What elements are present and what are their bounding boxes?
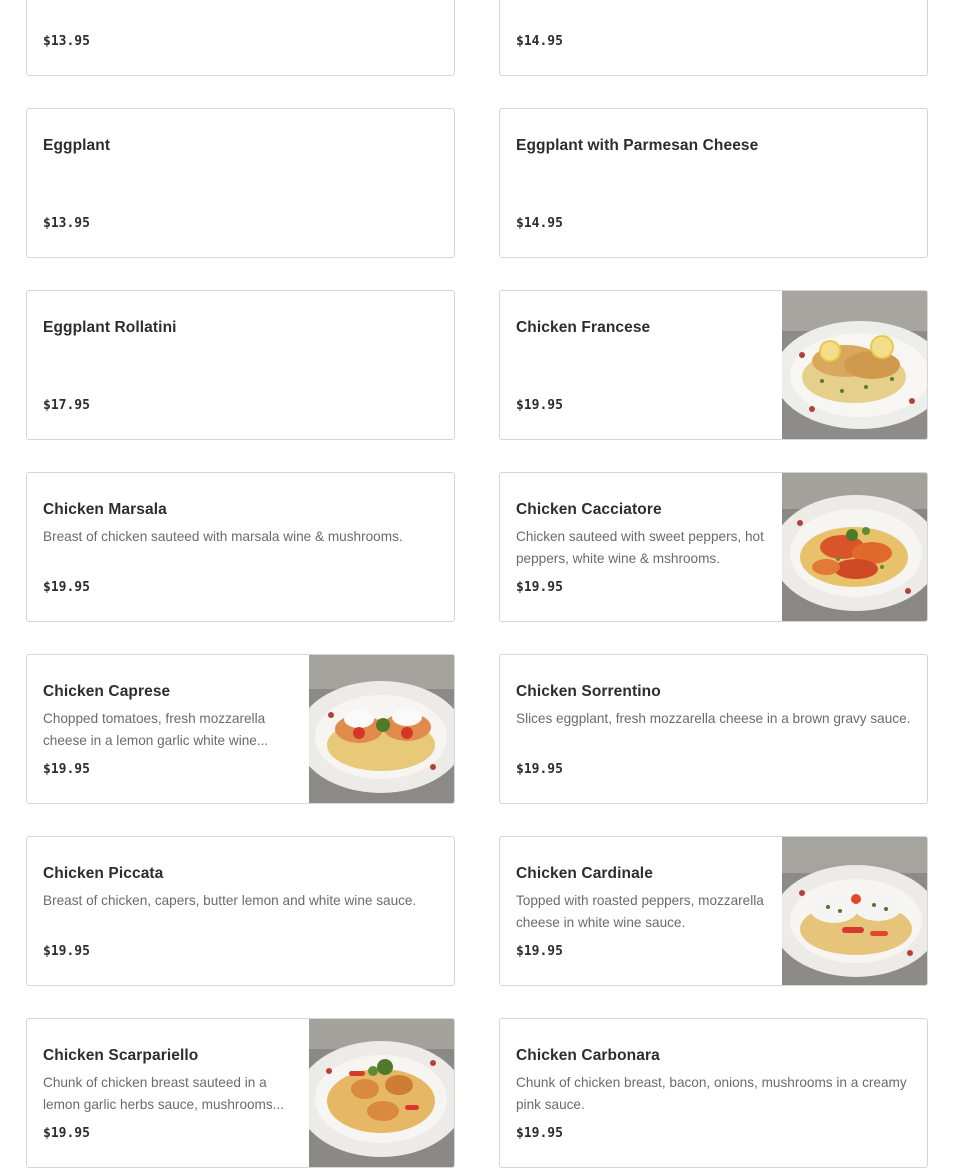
menu-item-name: Chicken Francese xyxy=(516,319,651,336)
menu-item-card-chicken-francese[interactable]: Chicken Francese $19.95 xyxy=(499,290,928,440)
menu-item-description: Breast of chicken sauteed with marsala w… xyxy=(43,529,403,544)
menu-item-card-chicken-cardinale[interactable]: Chicken Cardinale Topped with roasted pe… xyxy=(499,836,928,986)
menu-item-price: $19.95 xyxy=(43,1126,90,1141)
menu-item-card-eggplant-parmesan[interactable]: Eggplant with Parmesan Cheese $14.95 xyxy=(499,108,928,258)
menu-item-name: Chicken Caprese xyxy=(43,683,171,700)
menu-item-price: $19.95 xyxy=(516,762,563,777)
menu-item-name: Chicken Marsala xyxy=(43,501,167,518)
menu-item-price: $19.95 xyxy=(516,398,563,413)
menu-item-name: Chicken Cacciatore xyxy=(516,501,662,518)
menu-item-name: Chicken Piccata xyxy=(43,865,164,882)
chicken-cacciatore-photo xyxy=(782,473,927,621)
menu-item-name: Eggplant xyxy=(43,137,111,154)
menu-item-description: Slices eggplant, fresh mozzarella cheese… xyxy=(516,711,911,726)
chicken-cardinale-photo xyxy=(782,837,927,985)
menu-item-description: Topped with roasted peppers, mozzarella … xyxy=(516,893,764,930)
menu-item-description: Chicken sauteed with sweet peppers, hot … xyxy=(516,529,764,566)
menu-item-card-chicken-carbonara[interactable]: Chicken Carbonara Chunk of chicken breas… xyxy=(499,1018,928,1168)
menu-item-card-chicken-piccata[interactable]: Chicken Piccata Breast of chicken, caper… xyxy=(26,836,455,986)
menu-item-price: $19.95 xyxy=(516,1126,563,1141)
menu-item-price: $19.95 xyxy=(43,580,90,595)
chicken-caprese-photo xyxy=(309,655,454,803)
menu-item-card-chicken-scarpariello[interactable]: Chicken Scarpariello Chunk of chicken br… xyxy=(26,1018,455,1168)
menu-item-description: Chunk of chicken breast sauteed in a lem… xyxy=(43,1075,285,1112)
menu-item-card-chicken-sorrentino[interactable]: Chicken Sorrentino Slices eggplant, fres… xyxy=(499,654,928,804)
menu-item-description: Chopped tomatoes, fresh mozzarella chees… xyxy=(43,711,269,748)
menu-item-name: Chicken Cardinale xyxy=(516,865,653,882)
menu-item-card-chicken-caprese[interactable]: Chicken Caprese Chopped tomatoes, fresh … xyxy=(26,654,455,804)
menu-item-price: $19.95 xyxy=(43,762,90,777)
menu-item-price: $19.95 xyxy=(516,944,563,959)
menu-item-price: $13.95 xyxy=(43,34,90,49)
menu-item-name: Chicken Carbonara xyxy=(516,1047,660,1064)
menu-item-card-chicken-marsala[interactable]: Chicken Marsala Breast of chicken sautee… xyxy=(26,472,455,622)
menu-item-price: $17.95 xyxy=(43,398,90,413)
menu-item-name: Eggplant with Parmesan Cheese xyxy=(516,137,759,154)
menu-item-card-eggplant-rollatini[interactable]: Eggplant Rollatini $17.95 xyxy=(26,290,455,440)
menu-item-name: Eggplant Rollatini xyxy=(43,319,177,336)
menu-item-description: Chunk of chicken breast, bacon, onions, … xyxy=(516,1075,907,1112)
menu-item-description: Breast of chicken, capers, butter lemon … xyxy=(43,893,417,908)
menu-item-price: $13.95 xyxy=(43,216,90,231)
menu-item-name: Chicken Sorrentino xyxy=(516,683,661,700)
chicken-francese-photo xyxy=(782,291,927,439)
chicken-scarpariello-photo xyxy=(309,1019,454,1167)
menu-item-price: $14.95 xyxy=(516,216,563,231)
menu-item-price: $14.95 xyxy=(516,34,563,49)
menu-item-card[interactable]: $14.95 xyxy=(499,0,928,76)
menu-item-price: $19.95 xyxy=(516,580,563,595)
menu-item-name: Chicken Scarpariello xyxy=(43,1047,199,1064)
menu-item-price: $19.95 xyxy=(43,944,90,959)
menu-item-card[interactable]: $13.95 xyxy=(26,0,455,76)
menu-item-card-chicken-cacciatore[interactable]: Chicken Cacciatore Chicken sauteed with … xyxy=(499,472,928,622)
menu-item-card-eggplant[interactable]: Eggplant $13.95 xyxy=(26,108,455,258)
